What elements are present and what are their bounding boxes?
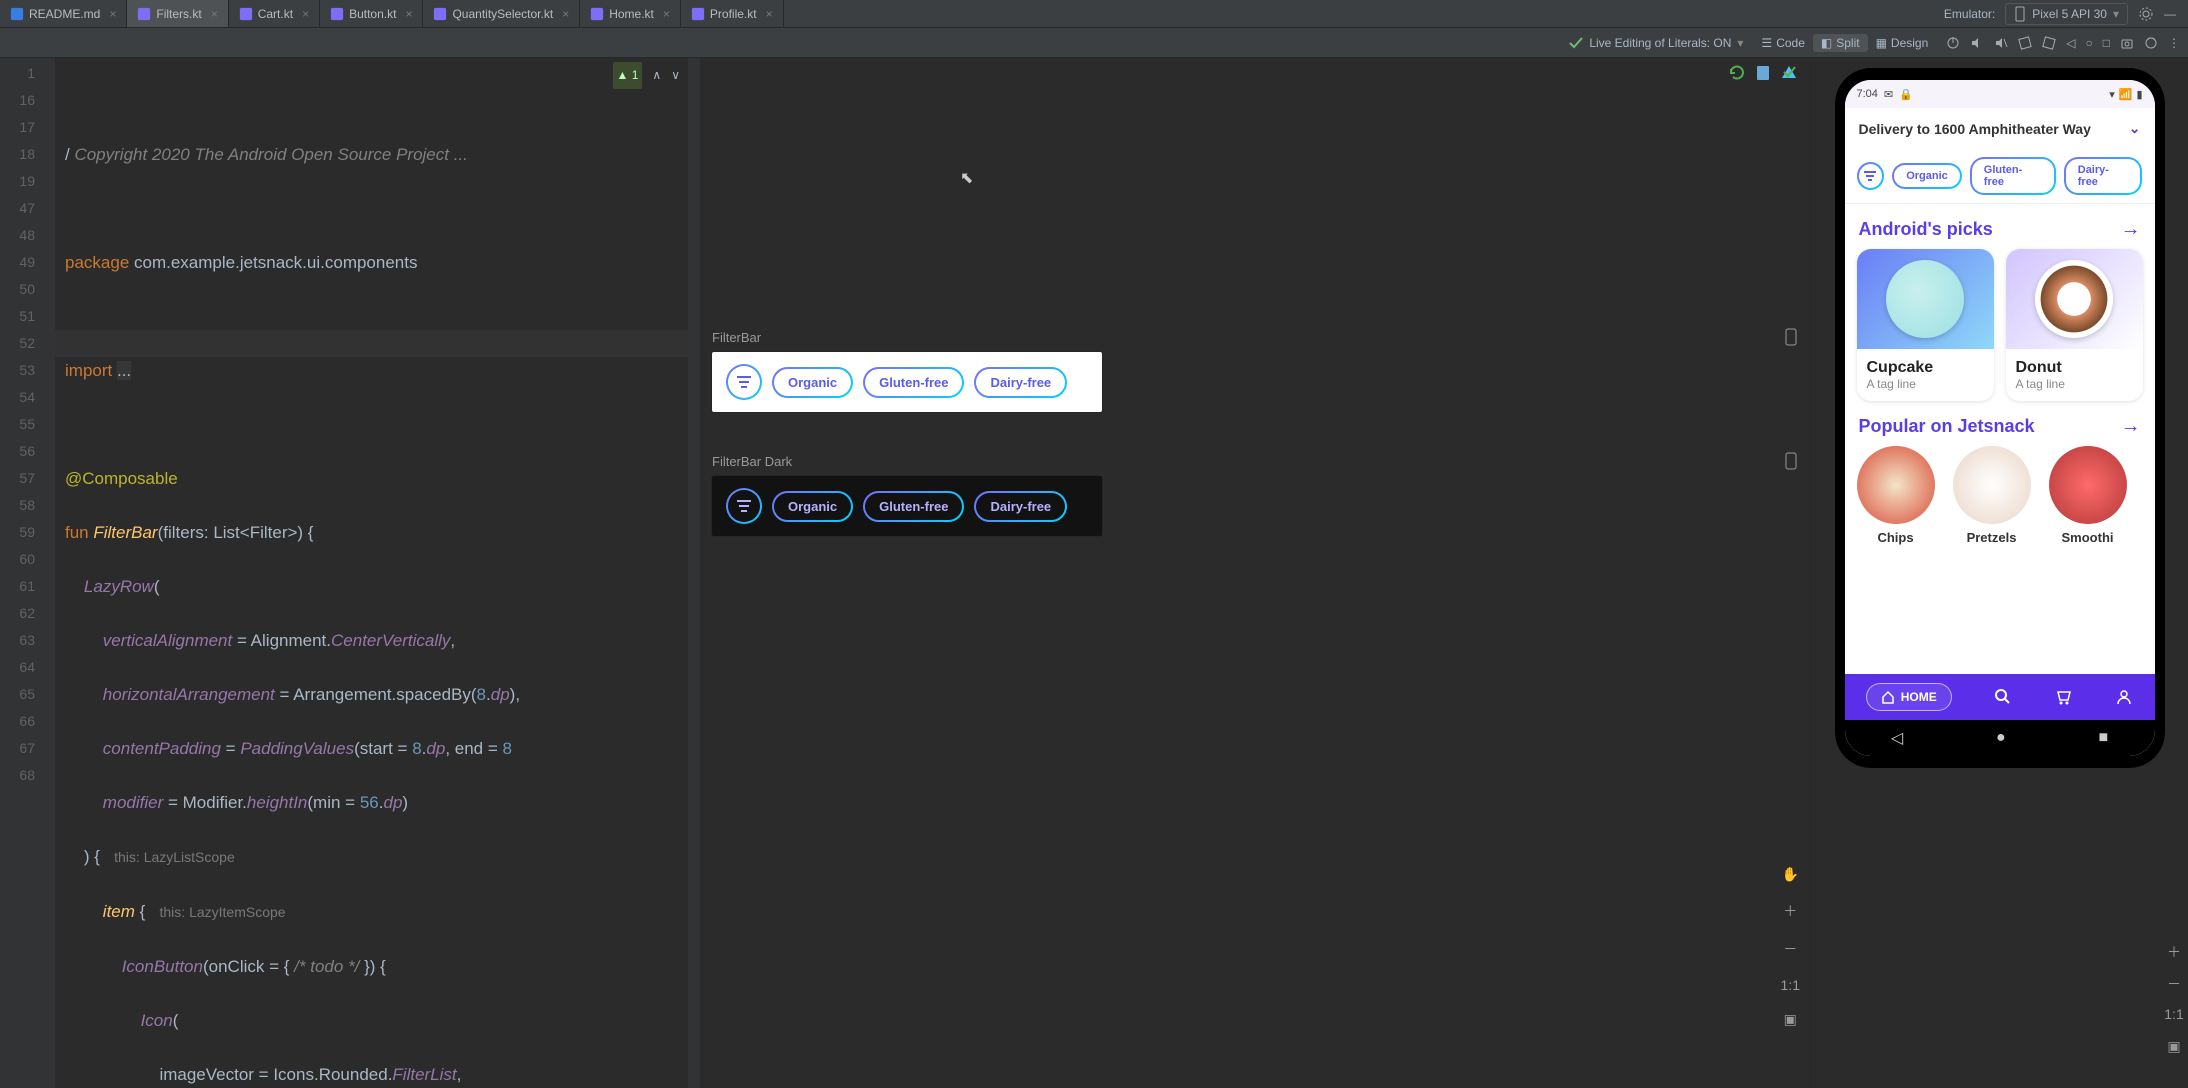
profile-icon[interactable] [2115,688,2133,706]
filter-icon[interactable] [726,488,762,524]
close-icon[interactable]: × [663,7,670,21]
back-nav-icon[interactable]: ◁ [2066,36,2075,50]
search-icon[interactable] [1994,688,2012,706]
phone-icon[interactable] [1784,452,1798,470]
editor-tabs: README.md× Filters.kt× Cart.kt× Button.k… [0,0,784,27]
section-popular: Popular on Jetsnack [1859,416,2035,437]
delivery-address[interactable]: Delivery to 1600 Amphitheater Way ⌄ [1845,108,2155,149]
close-icon[interactable]: × [302,7,309,21]
code-editor[interactable]: ▲ 1 ∧ ∨ / Copyright 2020 The Android Ope… [55,58,700,1088]
live-edit-toggle[interactable]: Live Editing of Literals: ON▾ [1569,36,1743,50]
device-deploy-icon[interactable] [1754,64,1772,82]
app-filter-bar: Organic Gluten-free Dairy-free [1845,149,2155,204]
phone-icon[interactable] [1784,328,1798,346]
zoom-out-icon[interactable]: － [1783,939,1797,959]
check-icon [1782,64,1796,78]
close-icon[interactable]: × [109,7,116,21]
tab-filters[interactable]: Filters.kt× [127,0,228,27]
tab-profile[interactable]: Profile.kt× [681,0,784,27]
chip-dairy[interactable]: Dairy-free [974,367,1067,398]
section-androids-picks: Android's picks [1859,219,1993,240]
arrow-right-icon[interactable]: → [2121,218,2141,241]
popular-chips[interactable]: Chips [1857,446,1935,545]
popular-smoothie[interactable]: Smoothi [2049,446,2127,545]
nav-down-icon[interactable]: ∨ [671,62,680,89]
sys-overview-icon[interactable]: ■ [2098,729,2108,747]
chip-organic[interactable]: Organic [1892,163,1962,189]
record-icon[interactable] [2144,36,2158,50]
filter-icon[interactable] [726,364,762,400]
tab-home[interactable]: Home.kt× [580,0,681,27]
overview-nav-icon[interactable]: □ [2103,36,2110,50]
view-code[interactable]: ☰ Code [1753,34,1812,52]
chip-organic[interactable]: Organic [772,491,853,522]
sys-back-icon[interactable]: ◁ [1891,728,1903,748]
cart-icon[interactable] [2055,688,2073,706]
compose-preview: ✓ ⬉ FilterBar Organic Gluten-free Dairy-… [700,58,1810,1088]
view-split[interactable]: ◧ Split [1813,34,1868,52]
filter-icon[interactable] [1857,162,1885,190]
popular-pretzels[interactable]: Pretzels [1953,446,2031,545]
chip-gluten[interactable]: Gluten-free [863,491,964,522]
chip-dairy[interactable]: Dairy-free [974,491,1067,522]
close-icon[interactable]: × [405,7,412,21]
snack-cupcake[interactable]: CupcakeA tag line [1857,249,1994,401]
preview-light-label: FilterBar [712,330,761,345]
system-nav: ◁ ● ■ [1845,720,2155,756]
minimize-icon[interactable]: — [2164,7,2176,21]
volume-up-icon[interactable] [1970,36,1984,50]
zoom-in-icon[interactable]: ＋ [1783,901,1797,921]
rotate-right-icon[interactable] [2042,36,2056,50]
cursor-pointer: ⬉ [960,168,973,188]
more-icon[interactable]: ⋮ [2168,36,2180,50]
tab-readme[interactable]: README.md× [0,0,127,27]
nav-up-icon[interactable]: ∧ [652,62,661,89]
preview-filterbar-dark: Organic Gluten-free Dairy-free [712,476,1102,536]
close-icon[interactable]: × [766,7,773,21]
bottom-nav: HOME [1845,674,2155,720]
close-icon[interactable]: × [211,7,218,21]
warnings-badge[interactable]: ▲ 1 [613,62,643,89]
zoom-fit-icon[interactable]: 1:1 [1781,977,1800,993]
preview-filterbar-light: Organic Gluten-free Dairy-free [712,352,1102,412]
chip-dairy[interactable]: Dairy-free [2064,157,2143,195]
tab-button[interactable]: Button.kt× [320,0,423,27]
power-icon[interactable] [1946,36,1960,50]
refresh-icon[interactable] [1728,64,1746,82]
chip-gluten[interactable]: Gluten-free [863,367,964,398]
emulator-screen[interactable]: 7:04 ✉ 🔒 ▾📶▮ Delivery to 1600 Amphitheat… [1845,80,2155,756]
preview-dark-label: FilterBar Dark [712,454,792,469]
close-icon[interactable]: × [562,7,569,21]
nav-home[interactable]: HOME [1866,683,1952,711]
volume-down-icon[interactable] [1994,36,2008,50]
emulator-label: Emulator: [1944,7,1995,21]
zoom-in-icon[interactable]: ＋ [2164,942,2184,962]
chip-gluten[interactable]: Gluten-free [1970,157,2056,195]
home-nav-icon[interactable]: ○ [2086,36,2093,50]
fit-screen-icon[interactable]: ▣ [1784,1011,1797,1028]
status-bar: 7:04 ✉ 🔒 ▾📶▮ [1845,80,2155,108]
tab-cart[interactable]: Cart.kt× [229,0,320,27]
arrow-right-icon[interactable]: → [2121,415,2141,438]
chevron-down-icon: ⌄ [2129,120,2141,137]
rotate-left-icon[interactable] [2018,36,2032,50]
view-design[interactable]: ▦ Design [1868,34,1937,52]
zoom-fit-icon[interactable]: 1:1 [2164,1006,2184,1026]
screenshot-icon[interactable] [2120,36,2134,50]
zoom-out-icon[interactable]: － [2164,974,2184,994]
sys-home-icon[interactable]: ● [1996,729,2006,747]
emulator-panel: 7:04 ✉ 🔒 ▾📶▮ Delivery to 1600 Amphitheat… [1810,58,2188,1088]
tab-quantity[interactable]: QuantitySelector.kt× [423,0,580,27]
fit-screen-icon[interactable]: ▣ [2164,1038,2184,1058]
snack-donut[interactable]: DonutA tag line [2006,249,2143,401]
gear-icon[interactable] [2138,6,2154,22]
device-selector[interactable]: Pixel 5 API 30▾ [2005,3,2128,25]
line-gutter: 1161718194748495051525354555657585960616… [0,58,55,1088]
pan-icon[interactable]: ✋ [1782,866,1799,883]
chip-organic[interactable]: Organic [772,367,853,398]
phone-frame: 7:04 ✉ 🔒 ▾📶▮ Delivery to 1600 Amphitheat… [1835,68,2165,768]
